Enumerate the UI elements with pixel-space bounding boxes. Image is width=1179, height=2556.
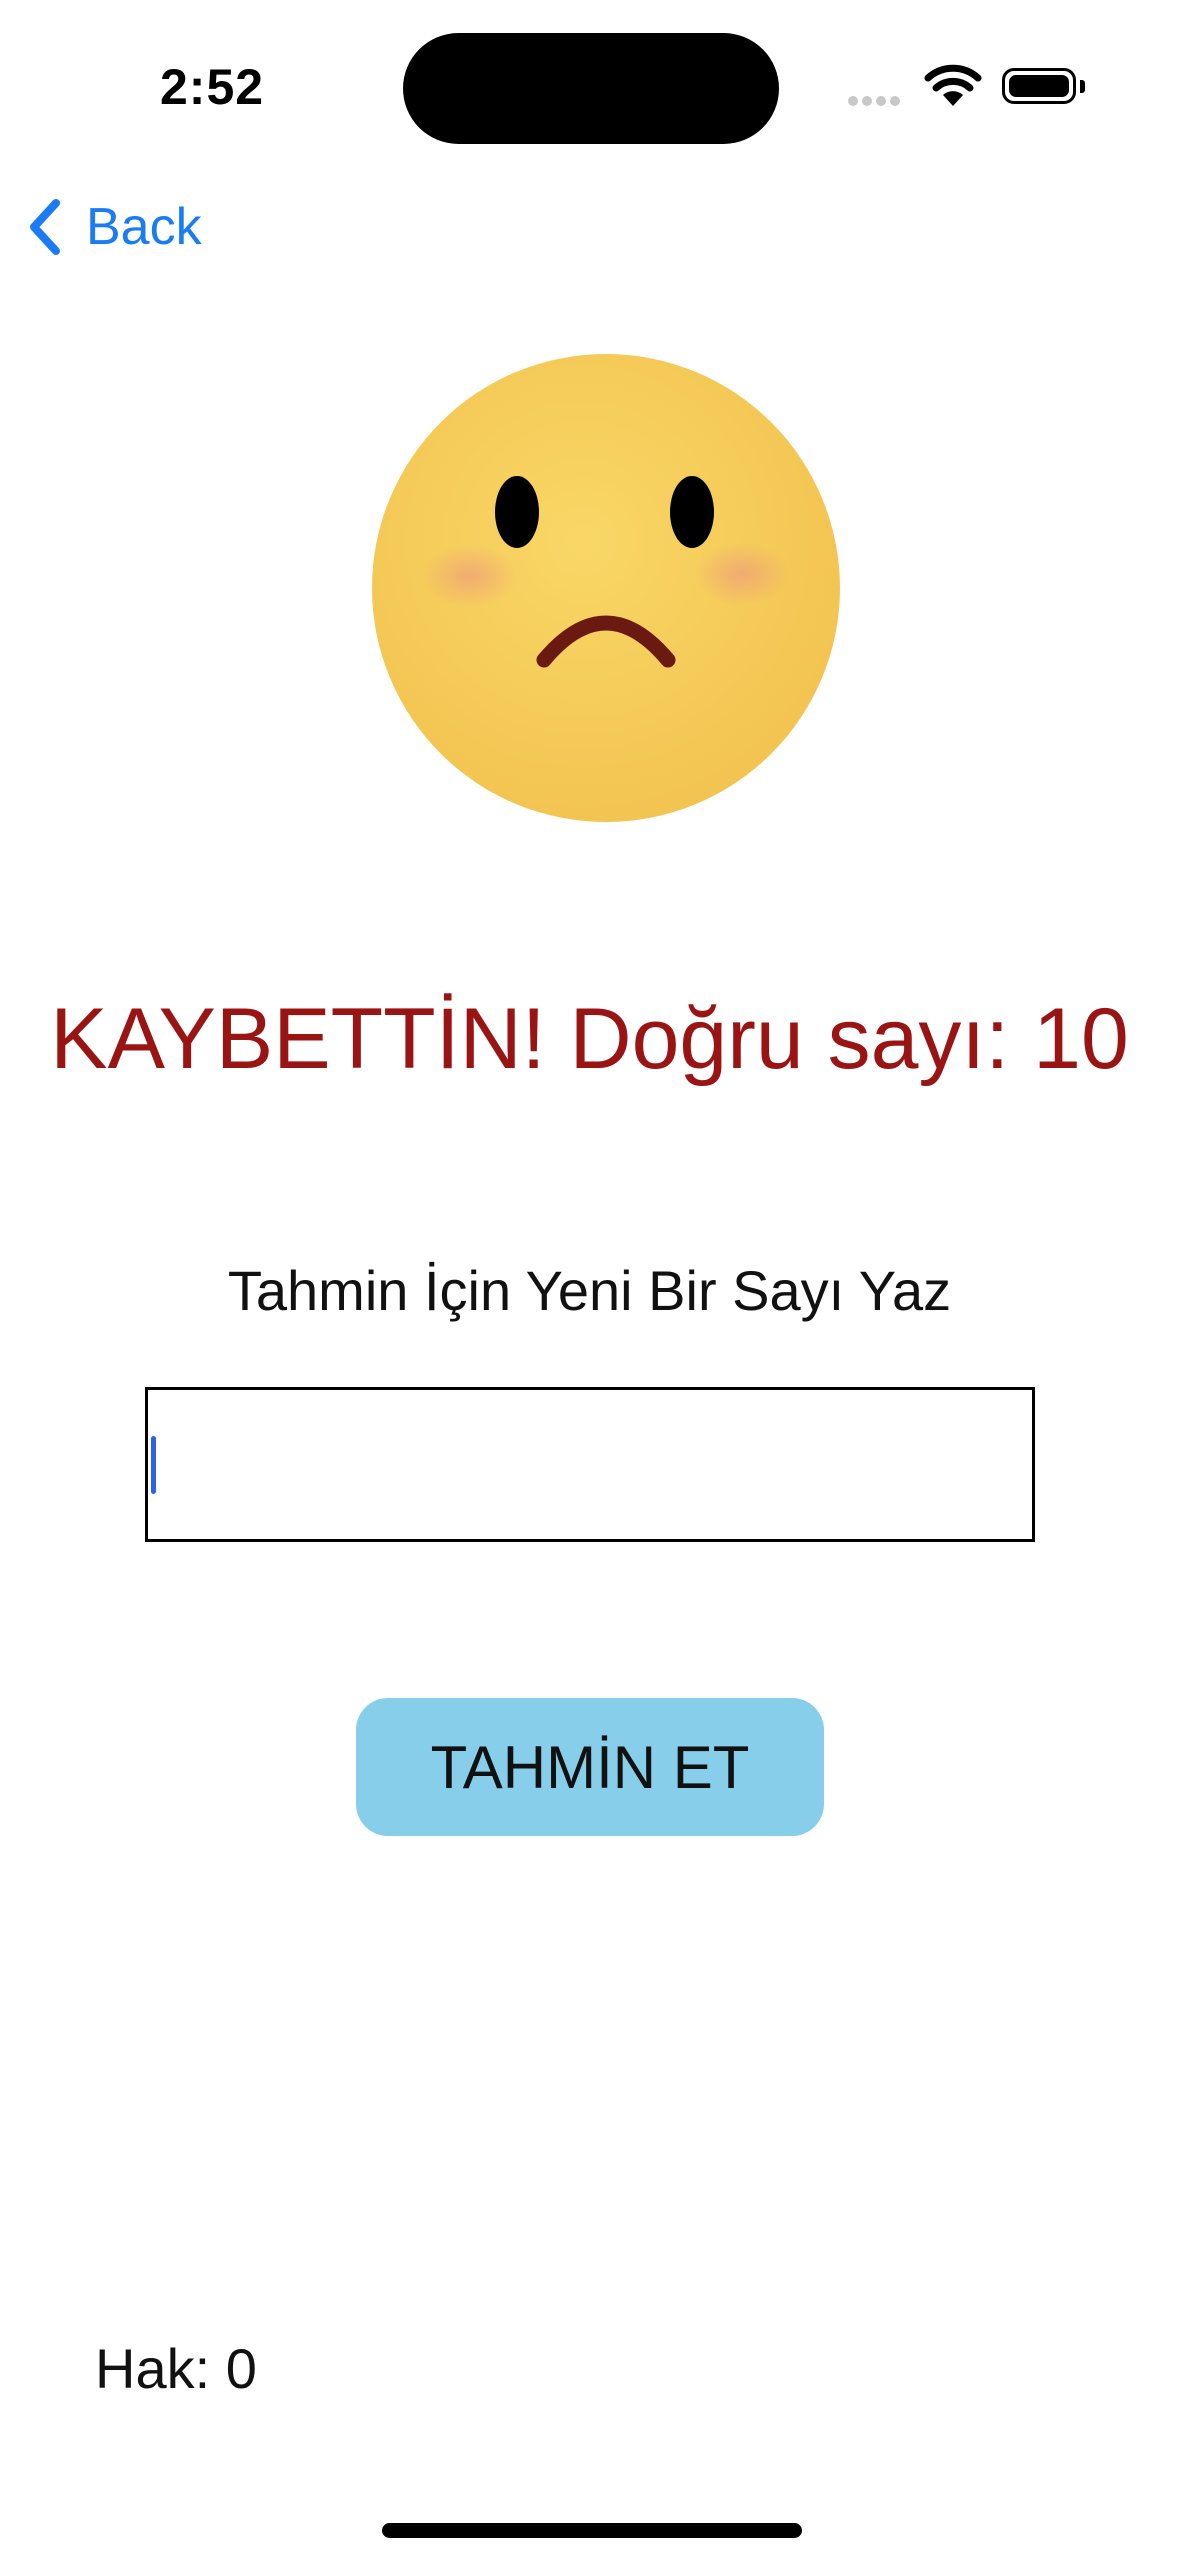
guess-button[interactable]: TAHMİN ET xyxy=(356,1698,824,1836)
wifi-icon xyxy=(924,64,982,106)
home-indicator[interactable] xyxy=(382,2523,802,2538)
battery-icon xyxy=(1002,68,1076,104)
back-label: Back xyxy=(86,198,202,256)
guess-prompt-label: Tahmin İçin Yeni Bir Sayı Yaz xyxy=(227,1259,952,1322)
result-message: KAYBETTİN! Doğru sayı: 10 xyxy=(50,991,1129,1087)
battery-cap xyxy=(1080,80,1085,93)
back-button[interactable]: Back xyxy=(24,190,202,264)
text-caret xyxy=(151,1436,156,1494)
status-bar: 2:52 xyxy=(0,0,1179,150)
status-time: 2:52 xyxy=(160,59,265,115)
guess-input[interactable] xyxy=(145,1387,1035,1542)
chevron-left-icon xyxy=(30,199,60,255)
dynamic-island xyxy=(403,33,779,144)
tries-remaining-label: Hak: 0 xyxy=(95,2337,257,2400)
sad-face-icon xyxy=(372,354,840,822)
